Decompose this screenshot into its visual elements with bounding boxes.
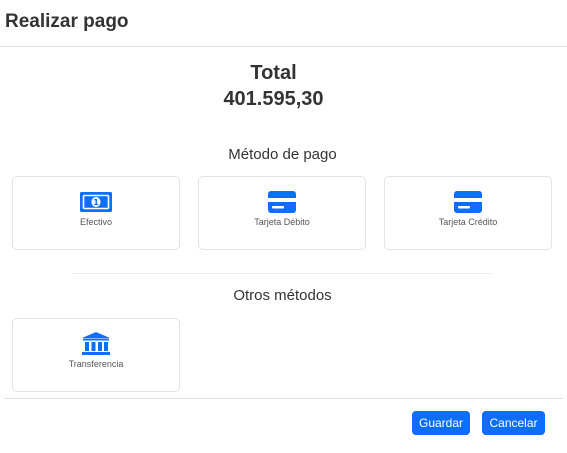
- payment-method-cash[interactable]: 1 Efectivo: [12, 176, 180, 250]
- section-divider: [72, 273, 492, 274]
- other-methods-title: Otros métodos: [233, 287, 332, 304]
- payment-method-label: Transferencia: [68, 359, 124, 369]
- modal-title: Realizar pago: [5, 11, 129, 32]
- payment-method-title: Método de pago: [228, 146, 337, 163]
- bank-icon: [82, 332, 110, 355]
- save-button[interactable]: Guardar: [412, 411, 470, 435]
- total-label: Total: [250, 62, 297, 84]
- modal-footer-divider: [4, 398, 563, 399]
- cash-icon: 1: [80, 192, 112, 212]
- payment-method-label: Tarjeta Débito: [254, 217, 310, 227]
- modal-header: Realizar pago: [0, 0, 567, 47]
- payment-method-transfer[interactable]: Transferencia: [12, 318, 180, 392]
- total-amount: 401.595,30: [223, 88, 324, 110]
- payment-method-credit-card[interactable]: Tarjeta Crédito: [384, 176, 552, 250]
- cancel-button[interactable]: Cancelar: [482, 411, 545, 435]
- payment-method-debit-card[interactable]: Tarjeta Débito: [198, 176, 366, 250]
- credit-card-icon: [268, 191, 296, 213]
- payment-method-label: Efectivo: [79, 217, 112, 227]
- payment-method-label: Tarjeta Crédito: [438, 217, 498, 227]
- svg-text:1: 1: [93, 198, 99, 207]
- credit-card-icon: [454, 191, 482, 213]
